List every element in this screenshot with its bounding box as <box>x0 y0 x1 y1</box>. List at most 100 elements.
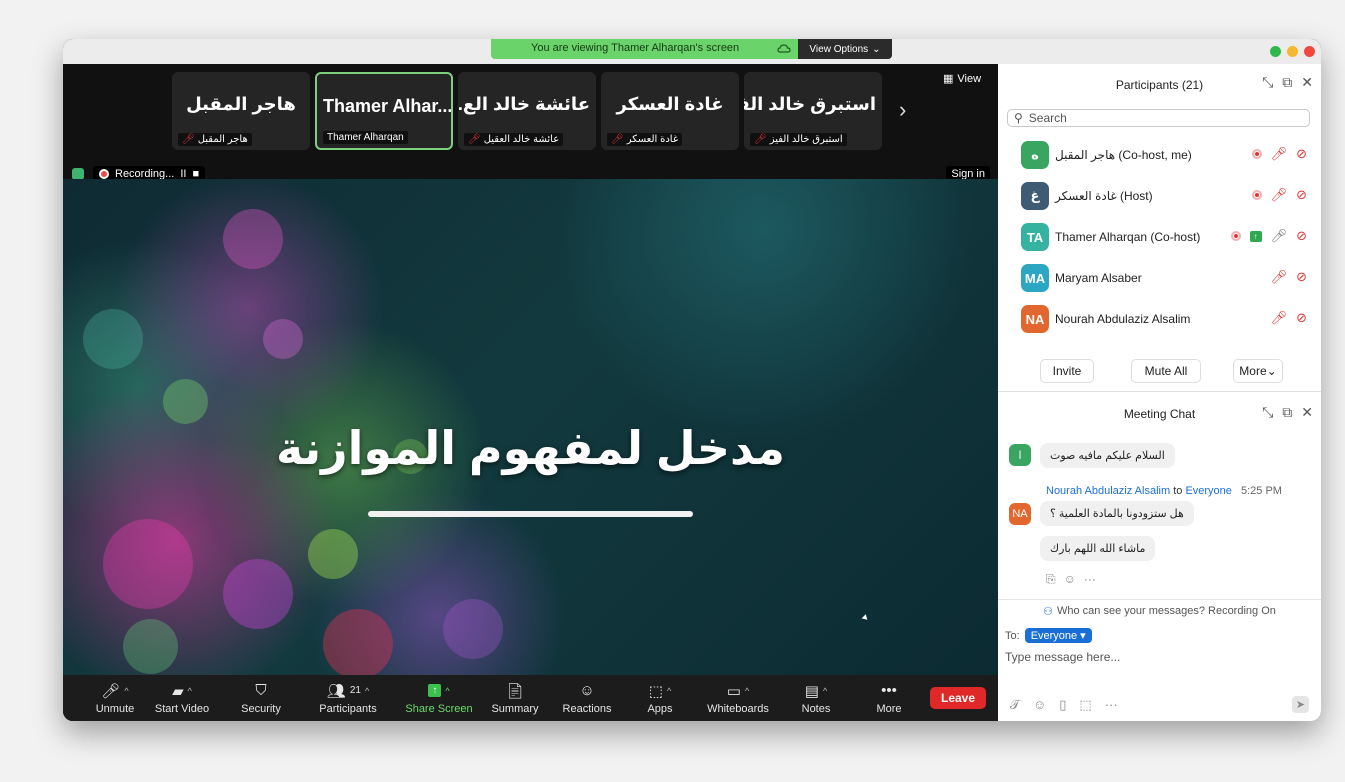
pop-out-icon[interactable]: ⧉ <box>1282 74 1292 91</box>
sender-name[interactable]: Nourah Abdulaziz Alsalim <box>1046 485 1170 497</box>
zoom-window: You are viewing Thamer Alharqan's screen… <box>63 39 1321 721</box>
participant-name: Maryam Alsaber <box>1055 271 1142 285</box>
unmute-label: Unmute <box>95 702 135 715</box>
participants-header: Participants (21) ⤡ ⧉ ✕ <box>998 64 1321 104</box>
view-button[interactable]: ▦ View <box>943 72 981 86</box>
close-icon[interactable]: ✕ <box>1301 404 1313 421</box>
mic-icon[interactable]: 🎤︎ <box>1271 228 1288 244</box>
apps-button[interactable]: ⬚ ^ Apps <box>635 675 685 721</box>
participants-button[interactable]: 👥︎ 21 ^ Participants <box>313 675 383 721</box>
reply-icon[interactable]: ⎘ <box>1046 572 1056 587</box>
participant-row[interactable]: غ غادة العسكر (Host) 🎤︎ ⊘ <box>998 175 1321 216</box>
participant-row[interactable]: ه هاجر المقبل (Co-host, me) 🎤︎ ⊘ <box>998 134 1321 175</box>
chevron-right-icon[interactable]: › <box>899 97 906 123</box>
chevron-up-icon[interactable]: ^ <box>823 686 827 696</box>
message-visibility-notice[interactable]: ⚇ Who can see your messages? Recording O… <box>998 599 1321 622</box>
zoom-window-icon[interactable] <box>1270 46 1281 57</box>
participant-row[interactable]: NA Nourah Abdulaziz Alsalim 🎤︎ ⊘ <box>998 298 1321 339</box>
mic-muted-icon[interactable]: 🎤︎ <box>1271 310 1288 326</box>
apps-label: Apps <box>647 702 673 715</box>
chevron-up-icon[interactable]: ^ <box>124 686 128 696</box>
invite-button[interactable]: Invite <box>1040 359 1094 383</box>
thumbnail-2[interactable]: عائشة خالد الع... عائشة خالد العقيل 🎤︎ <box>458 72 596 150</box>
thumbnail-4[interactable]: استبرق خالد الفيز استبرق خالد الفيز🎤︎ <box>744 72 882 150</box>
bokeh-light <box>323 609 393 679</box>
thumbnail-name: استبرق خالد الفيز <box>744 94 876 114</box>
view-options-button[interactable]: View Options ⌄ <box>798 39 892 59</box>
avatar: TA <box>1021 223 1049 251</box>
screenshot-icon[interactable]: ⬚ <box>1079 697 1091 713</box>
search-placeholder: Search <box>1028 111 1067 125</box>
avatar: ا <box>1009 444 1031 466</box>
mic-muted-icon[interactable]: 🎤︎ <box>1271 146 1288 162</box>
send-icon[interactable]: ➤ <box>1292 696 1309 713</box>
view-options-label: View Options <box>809 43 869 55</box>
avatar: MA <box>1021 264 1049 292</box>
pop-out-icon[interactable]: ⧉ <box>1282 404 1292 421</box>
meeting-stage: هاجر المقبل هاجر المقبل 🎤︎ Thamer Alhar..… <box>63 64 998 721</box>
close-window-icon[interactable] <box>1304 46 1315 57</box>
format-icon[interactable]: 𝒯 <box>1010 697 1020 713</box>
chevron-up-icon[interactable]: ^ <box>445 686 449 696</box>
participant-row[interactable]: MA Maryam Alsaber 🎤︎ ⊘ <box>998 257 1321 298</box>
apps-icon: ⬚ <box>648 682 663 700</box>
share-screen-button[interactable]: ↑ ^ Share Screen <box>403 675 475 721</box>
mute-all-button[interactable]: Mute All <box>1131 359 1201 383</box>
emoji-icon[interactable]: ☺ <box>1033 697 1046 713</box>
video-off-icon[interactable]: ⊘ <box>1296 146 1307 162</box>
recipient-select[interactable]: Everyone ▾ <box>1024 628 1092 643</box>
close-icon[interactable]: ✕ <box>1301 74 1313 91</box>
participant-row[interactable]: TA Thamer Alharqan (Co-host) ↑ 🎤︎ ⊘ <box>998 216 1321 257</box>
avatar: NA <box>1021 305 1049 333</box>
whiteboards-button[interactable]: ▭ ^ Whiteboards <box>703 675 773 721</box>
participant-search-input[interactable]: ⚲ Search <box>1007 109 1310 127</box>
thumbnail-0[interactable]: هاجر المقبل هاجر المقبل 🎤︎ <box>172 72 310 150</box>
chevron-up-icon[interactable]: ^ <box>745 686 749 696</box>
more-dots-icon: ••• <box>881 682 897 699</box>
summary-label: Summary <box>491 702 539 715</box>
message-time: 5:25 PM <box>1240 485 1282 497</box>
video-off-icon[interactable]: ⊘ <box>1296 228 1307 244</box>
collapse-icon[interactable]: ⤡ <box>1262 74 1273 91</box>
bokeh-light <box>443 599 503 659</box>
emoji-add-icon: ☺ <box>579 682 595 699</box>
unmute-button[interactable]: 🎤︎ ^ Unmute <box>85 675 145 721</box>
chat-input[interactable]: Type message here... <box>1005 650 1120 664</box>
collapse-icon[interactable]: ⤡ <box>1262 404 1273 421</box>
mic-muted-icon[interactable]: 🎤︎ <box>1271 187 1288 203</box>
add-reaction-icon[interactable]: ☺ <box>1064 572 1076 587</box>
more-options-button[interactable]: More ⌄ <box>1233 359 1283 383</box>
thumbnail-name: عائشة خالد الع... <box>458 94 590 114</box>
chevron-up-icon[interactable]: ^ <box>365 686 369 696</box>
chat-message: ماشاء الله اللهم بارك <box>1040 536 1156 561</box>
chevron-down-icon: ⌄ <box>872 43 881 55</box>
reactions-button[interactable]: ☺ Reactions <box>557 675 617 721</box>
recipient-row: To: Everyone ▾ <box>1005 628 1092 643</box>
side-panel: Participants (21) ⤡ ⧉ ✕ ⚲ Search ه هاجر … <box>998 64 1321 721</box>
people-icon: 👥︎ <box>326 682 346 700</box>
bokeh-light <box>83 309 143 369</box>
chevron-up-icon[interactable]: ^ <box>188 686 192 696</box>
chevron-up-icon[interactable]: ^ <box>667 686 671 696</box>
recording-dot-icon <box>1230 231 1241 241</box>
more-button[interactable]: ••• More <box>869 675 909 721</box>
minimize-window-icon[interactable] <box>1287 46 1298 57</box>
thumbnail-3[interactable]: غادة العسكر غادة العسكر 🎤︎ <box>601 72 739 150</box>
thumbnail-1[interactable]: Thamer Alhar... Thamer Alharqan <box>315 72 453 150</box>
summary-button[interactable]: 📄︎ Summary <box>487 675 543 721</box>
thumbnail-label: عائشة خالد العقيل 🎤︎ <box>464 133 564 146</box>
notes-button[interactable]: ▤ ^ Notes <box>793 675 839 721</box>
video-off-icon[interactable]: ⊘ <box>1296 187 1307 203</box>
leave-button[interactable]: Leave <box>930 687 986 709</box>
more-dots-icon[interactable]: ··· <box>1105 697 1118 713</box>
security-button[interactable]: ⛉ Security <box>231 675 291 721</box>
video-off-icon[interactable]: ⊘ <box>1296 310 1307 326</box>
start-video-button[interactable]: ▰ ^ Start Video <box>149 675 215 721</box>
video-off-icon[interactable]: ⊘ <box>1296 269 1307 285</box>
recording-dot-icon <box>1251 149 1262 159</box>
file-icon[interactable]: ▯ <box>1059 697 1066 713</box>
mic-muted-icon[interactable]: 🎤︎ <box>1271 269 1288 285</box>
thumbnail-name: هاجر المقبل <box>186 94 296 114</box>
avatar: ه <box>1021 141 1049 169</box>
more-dots-icon[interactable]: ··· <box>1084 572 1096 587</box>
